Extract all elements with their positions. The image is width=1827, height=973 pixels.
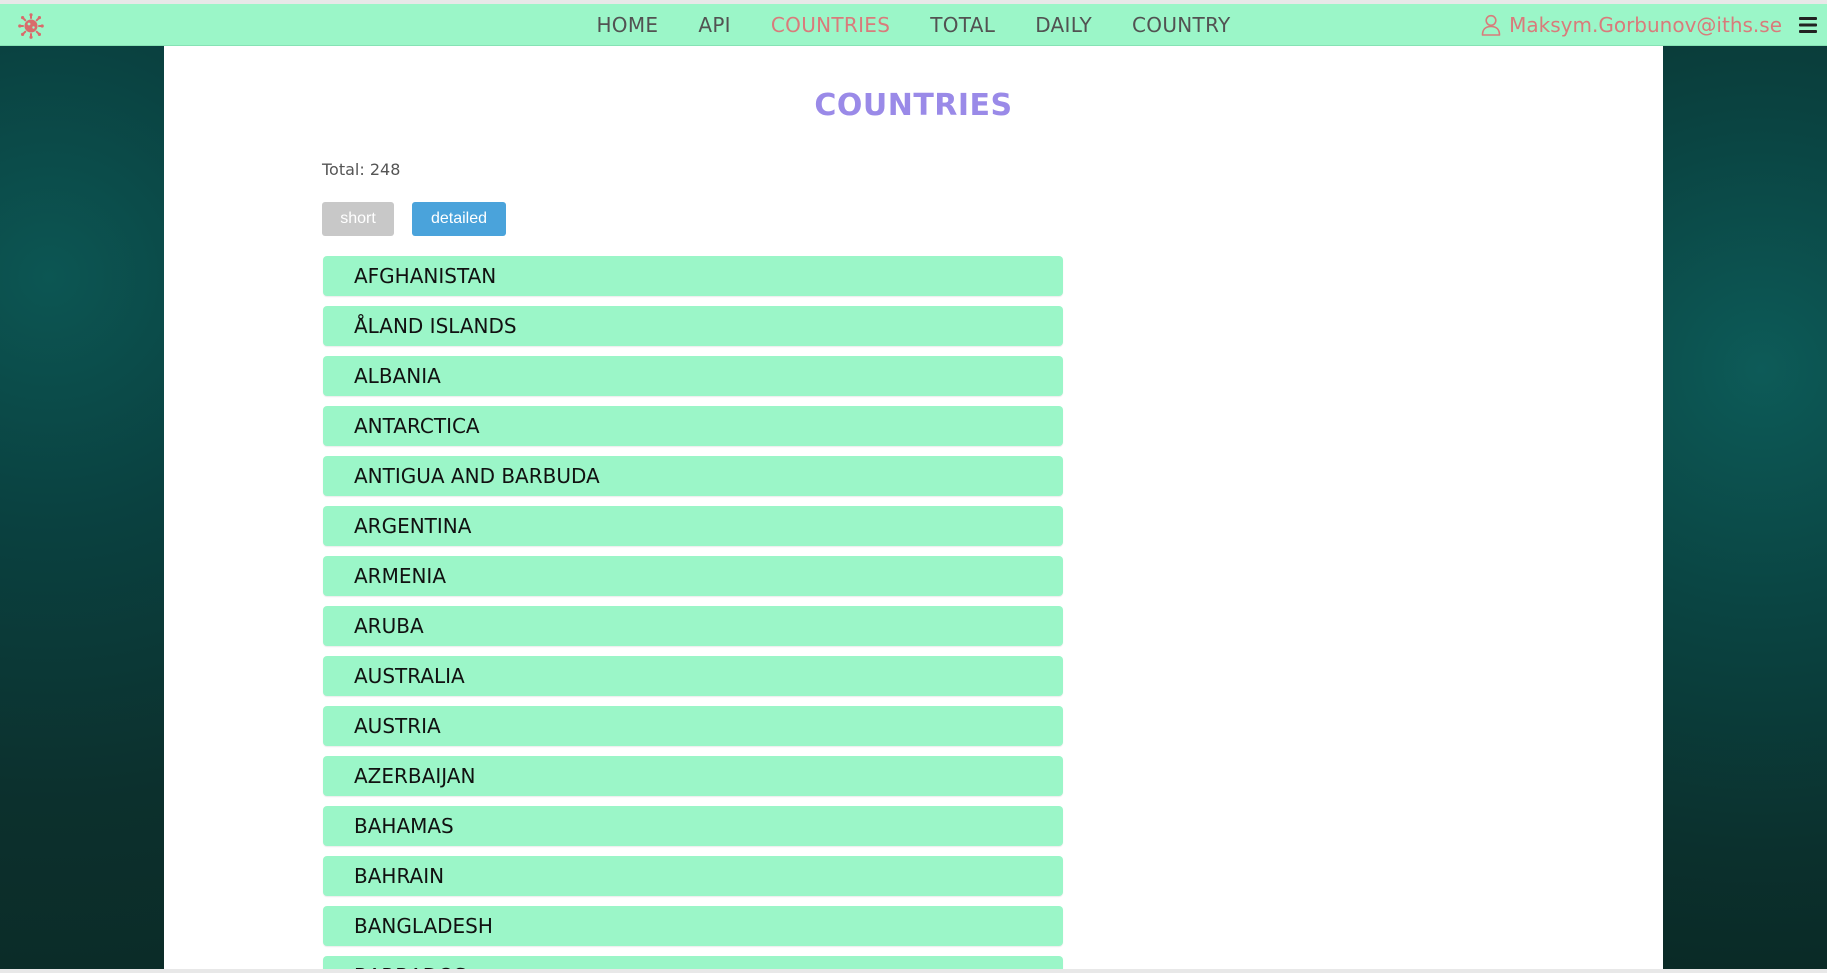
country-item[interactable]: BARBADOS	[323, 956, 1063, 969]
window-bottom-border	[0, 969, 1827, 973]
user-icon	[1481, 14, 1501, 36]
country-item[interactable]: AUSTRIA	[323, 706, 1063, 746]
country-list: AFGHANISTAN ÅLAND ISLANDS ALBANIA ANTARC…	[323, 256, 1063, 969]
nav-countries[interactable]: COUNTRIES	[771, 13, 890, 37]
country-item[interactable]: ANTIGUA AND BARBUDA	[323, 456, 1063, 496]
nav-home[interactable]: HOME	[596, 13, 658, 37]
country-item[interactable]: BAHAMAS	[323, 806, 1063, 846]
user-account-link[interactable]: Maksym.Gorbunov@iths.se	[1481, 4, 1782, 46]
country-item[interactable]: AFGHANISTAN	[323, 256, 1063, 296]
main-content: COUNTRIES Total: 248 short detailed AFGH…	[164, 46, 1663, 969]
country-item[interactable]: BANGLADESH	[323, 906, 1063, 946]
country-item[interactable]: AZERBAIJAN	[323, 756, 1063, 796]
detailed-view-button[interactable]: detailed	[412, 202, 506, 236]
user-email: Maksym.Gorbunov@iths.se	[1509, 13, 1782, 37]
country-item[interactable]: AUSTRALIA	[323, 656, 1063, 696]
background-right	[1663, 46, 1827, 969]
navbar: HOME API COUNTRIES TOTAL DAILY COUNTRY M…	[0, 4, 1827, 46]
country-item[interactable]: BAHRAIN	[323, 856, 1063, 896]
short-view-button[interactable]: short	[322, 202, 394, 236]
country-item[interactable]: ARMENIA	[323, 556, 1063, 596]
nav-total[interactable]: TOTAL	[930, 13, 995, 37]
country-item[interactable]: ANTARCTICA	[323, 406, 1063, 446]
country-item[interactable]: ARGENTINA	[323, 506, 1063, 546]
country-item[interactable]: ALBANIA	[323, 356, 1063, 396]
nav-daily[interactable]: DAILY	[1035, 13, 1092, 37]
background-left	[0, 46, 164, 969]
country-item[interactable]: ÅLAND ISLANDS	[323, 306, 1063, 346]
page-title: COUNTRIES	[814, 88, 1013, 123]
nav-api[interactable]: API	[698, 13, 731, 37]
nav-country[interactable]: COUNTRY	[1132, 13, 1230, 37]
country-item[interactable]: ARUBA	[323, 606, 1063, 646]
total-count: Total: 248	[322, 160, 401, 179]
hamburger-menu-icon[interactable]	[1797, 14, 1819, 36]
